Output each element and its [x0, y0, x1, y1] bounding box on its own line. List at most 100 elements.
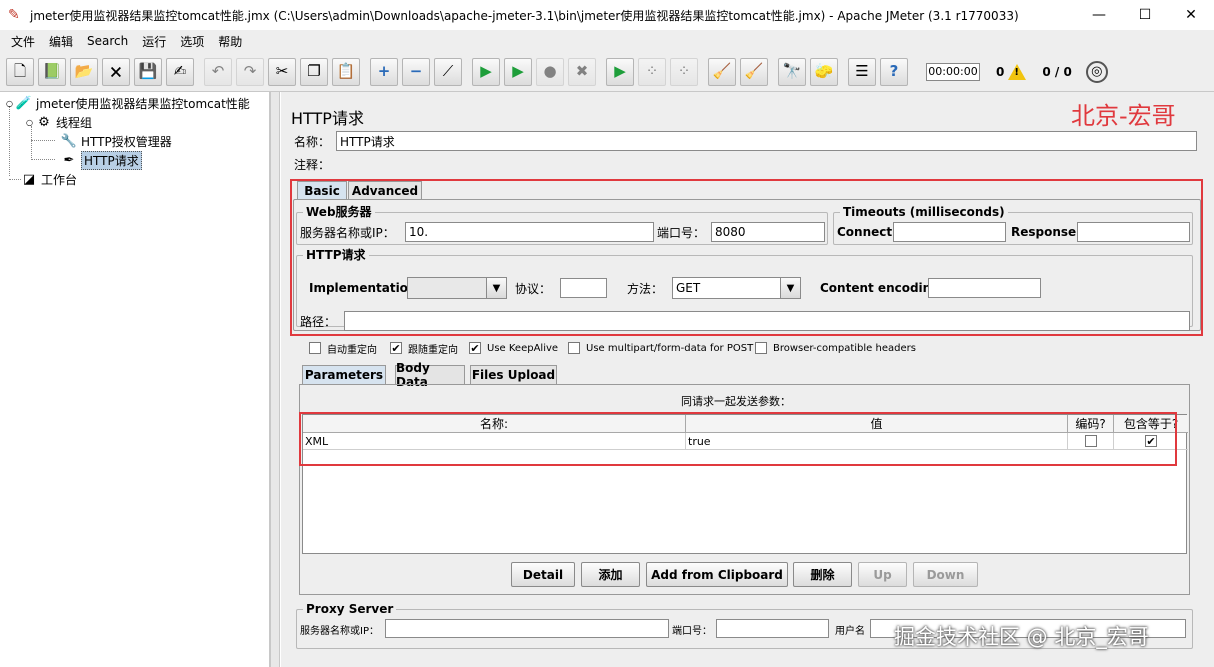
clear-all-icon[interactable]: 🧹: [740, 57, 768, 86]
watermark-top: 北京-宏哥: [1071, 102, 1176, 130]
collapse-icon[interactable]: −: [402, 57, 430, 86]
remote-start-icon[interactable]: ▶: [606, 57, 634, 86]
search-icon[interactable]: 🔭: [778, 57, 806, 86]
elapsed-timer: 00:00:00: [926, 62, 980, 81]
undo-icon[interactable]: ↶: [204, 57, 232, 86]
up-button[interactable]: Up: [858, 562, 907, 587]
wrench-icon: 🔧: [60, 133, 78, 149]
multipart-checkbox[interactable]: Use multipart/form-data for POST: [568, 340, 753, 356]
clear-icon[interactable]: 🧹: [708, 57, 736, 86]
tree-node-auth-manager[interactable]: 🔧 HTTP授权管理器: [60, 132, 172, 150]
reset-search-icon[interactable]: 🧽: [810, 57, 838, 86]
active-threads: 0 / 0: [1042, 64, 1072, 79]
copy-icon[interactable]: ❐: [300, 57, 328, 86]
menu-run[interactable]: 运行: [135, 33, 173, 50]
http-request-panel: HTTP请求 北京-宏哥 名称： HTTP请求 注释： Basic Advanc…: [281, 92, 1214, 667]
tree-label: HTTP请求: [81, 150, 142, 170]
checkbox-box: [568, 342, 580, 354]
keepalive-checkbox[interactable]: ✔ Use KeepAlive: [469, 340, 558, 356]
comment-field[interactable]: [336, 154, 1197, 172]
tree-node-workbench[interactable]: ◪ 工作台: [20, 170, 77, 188]
error-count-value: 0: [996, 64, 1005, 79]
remote-globe-icon[interactable]: ◎: [1085, 60, 1108, 83]
new-icon[interactable]: 🗋: [6, 57, 34, 86]
proxy-server-title: Proxy Server: [303, 602, 397, 616]
annotation-box-basic: [290, 179, 1203, 336]
checkmark-icon: ✔: [469, 341, 481, 355]
menu-edit[interactable]: 编辑: [42, 33, 80, 50]
paste-icon[interactable]: 📋: [332, 57, 360, 86]
toolbar: 🗋 📗 📂 🗙 💾 ✍ ↶ ↷ ✂ ❐ 📋 + − ⟋ ▶ ▶ ● ✖ ▶ ⁘ …: [0, 52, 1214, 92]
tree-label: HTTP授权管理器: [81, 134, 172, 149]
close-button[interactable]: ✕: [1168, 0, 1214, 30]
auto-redirect-checkbox[interactable]: 自动重定向: [309, 340, 377, 356]
proxy-server-field[interactable]: [385, 619, 669, 638]
tab-parameters[interactable]: Parameters: [302, 365, 386, 384]
close-file-icon[interactable]: 🗙: [102, 57, 130, 86]
menu-file[interactable]: 文件: [4, 33, 42, 50]
tree-node-test-plan[interactable]: ○ 🧪 jmeter使用监视器结果监控tomcat性能: [6, 94, 250, 112]
tab-files-upload[interactable]: Files Upload: [470, 365, 557, 384]
title-bar: ✎ jmeter使用监视器结果监控tomcat性能.jmx (C:\Users\…: [0, 0, 1214, 30]
annotation-box-table: [299, 412, 1177, 466]
start-icon[interactable]: ▶: [472, 57, 500, 86]
browser-headers-checkbox[interactable]: Browser-compatible headers: [755, 340, 916, 356]
proxy-user-label: 用户名: [835, 625, 865, 637]
help-icon[interactable]: ?: [880, 57, 908, 86]
test-plan-tree: ○ 🧪 jmeter使用监视器结果监控tomcat性能 ○ ⚙ 线程组 🔧 HT…: [0, 92, 270, 667]
stop-icon[interactable]: ●: [536, 57, 564, 86]
checkmark-icon: ✔: [390, 341, 402, 355]
menu-options[interactable]: 选项: [173, 33, 211, 50]
jmeter-feather-icon: ✎: [8, 7, 20, 23]
pipette-icon: ✒: [63, 152, 75, 168]
shutdown-icon[interactable]: ✖: [568, 57, 596, 86]
window-title: jmeter使用监视器结果监控tomcat性能.jmx (C:\Users\ad…: [30, 8, 1019, 23]
templates-icon[interactable]: 📗: [38, 57, 66, 86]
expand-icon[interactable]: +: [370, 57, 398, 86]
add-from-clipboard-button[interactable]: Add from Clipboard: [646, 562, 788, 587]
checkbox-box: [309, 342, 321, 354]
name-label: 名称：: [294, 134, 331, 149]
add-button[interactable]: 添加: [581, 562, 640, 587]
redo-icon[interactable]: ↷: [236, 57, 264, 86]
tree-label: 线程组: [55, 115, 92, 130]
toggle-icon[interactable]: ⟋: [434, 57, 462, 86]
menu-bar: 文件 编辑 Search 运行 选项 帮助: [0, 30, 1214, 52]
maximize-button[interactable]: ☐: [1122, 0, 1168, 30]
workbench-icon: ◪: [22, 171, 36, 187]
save-icon[interactable]: 💾: [134, 57, 162, 86]
menu-search[interactable]: Search: [80, 34, 135, 48]
remote-stop-icon[interactable]: ⁘: [638, 57, 666, 86]
comment-label: 注释：: [294, 157, 331, 172]
split-pane-divider[interactable]: [270, 92, 280, 667]
proxy-port-field[interactable]: [716, 619, 829, 638]
panel-title: HTTP请求: [291, 109, 364, 128]
warning-icon: !: [1008, 63, 1027, 80]
delete-button[interactable]: 删除: [793, 562, 852, 587]
remote-shutdown-icon[interactable]: ⁘: [670, 57, 698, 86]
menu-help[interactable]: 帮助: [211, 33, 249, 50]
proxy-server-label: 服务器名称或IP：: [300, 625, 379, 637]
down-button[interactable]: Down: [913, 562, 978, 587]
detail-button[interactable]: Detail: [511, 562, 575, 587]
tree-node-http-request[interactable]: ✒ HTTP请求: [60, 150, 142, 170]
cut-icon[interactable]: ✂: [268, 57, 296, 86]
error-count: 0 !: [996, 63, 1027, 80]
checkbox-box: [755, 342, 767, 354]
tree-label: jmeter使用监视器结果监控tomcat性能: [35, 96, 250, 111]
open-icon[interactable]: 📂: [70, 57, 98, 86]
follow-redirects-checkbox[interactable]: ✔ 跟随重定向: [390, 340, 458, 356]
watermark-bottom: 掘金技术社区 @ 北京_宏哥: [894, 625, 1149, 649]
tree-node-thread-group[interactable]: ○ ⚙ 线程组: [26, 113, 92, 131]
params-caption: 同请求一起发送参数：: [681, 395, 791, 408]
tree-label: 工作台: [41, 172, 78, 187]
gear-icon: ⚙: [38, 114, 50, 130]
function-helper-icon[interactable]: ☰: [848, 57, 876, 86]
test-plan-icon: 🧪: [15, 95, 33, 111]
minimize-button[interactable]: —: [1076, 0, 1122, 30]
tab-body-data[interactable]: Body Data: [395, 361, 465, 389]
save-as-icon[interactable]: ✍: [166, 57, 194, 86]
name-field[interactable]: HTTP请求: [336, 131, 1197, 151]
proxy-port-label: 端口号：: [672, 625, 712, 637]
start-no-pause-icon[interactable]: ▶: [504, 57, 532, 86]
